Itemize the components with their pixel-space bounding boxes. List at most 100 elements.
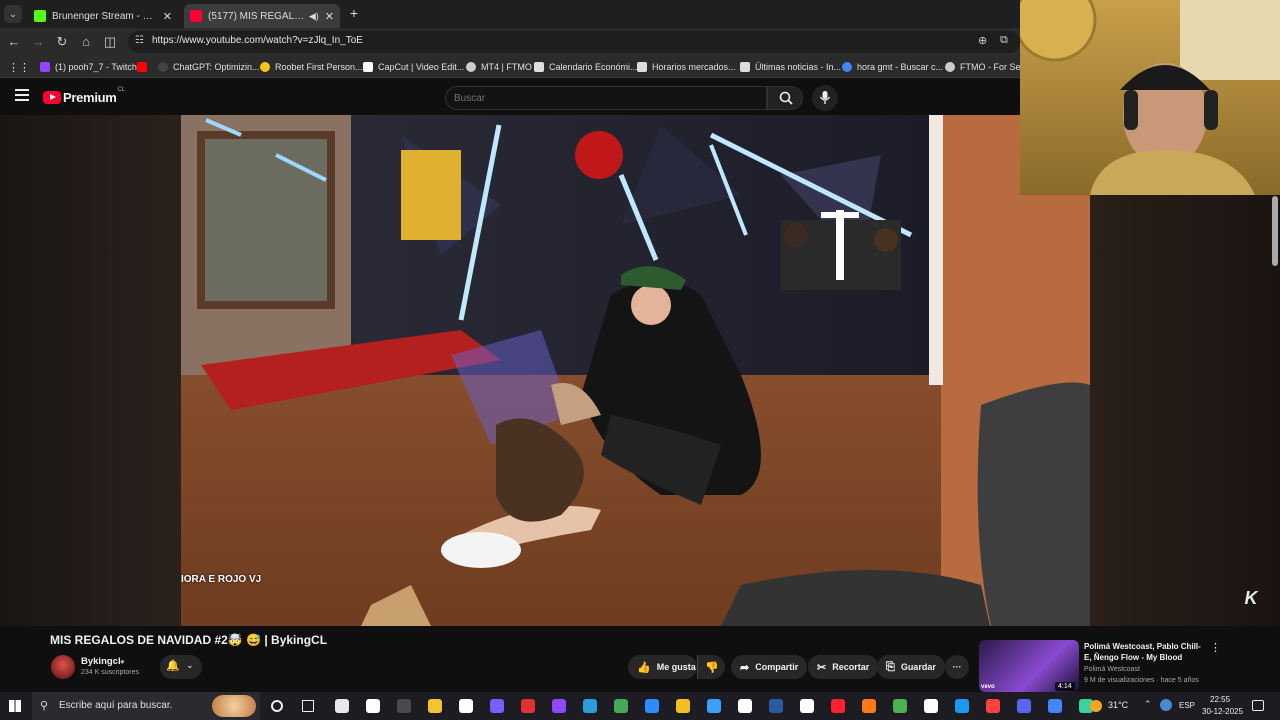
bookmark-youtube[interactable] — [137, 60, 152, 74]
page-scrollbar[interactable] — [1272, 196, 1278, 266]
taskbar-app-icon[interactable] — [521, 699, 535, 713]
install-app-icon[interactable]: ⧉ — [1000, 34, 1008, 47]
language-indicator[interactable]: ESP — [1179, 701, 1195, 710]
bookmark-horarios[interactable]: Horarios mercados... — [637, 60, 736, 74]
windows-start-icon[interactable] — [9, 700, 21, 712]
bookmark-capcut[interactable]: CapCut | Video Edit... — [363, 60, 464, 74]
notifications-button[interactable]: 🔔 ⌄ — [160, 655, 202, 679]
taskbar-app-icon[interactable] — [955, 699, 969, 713]
like-button[interactable]: 👍 Me gusta — [628, 655, 697, 679]
tab-youtube[interactable]: (5177) MIS REGALOS DE NAVIDAD ◀) ✕ — [184, 4, 340, 28]
clip-button[interactable]: ✂ Recortar — [808, 655, 879, 679]
address-bar[interactable]: ☷ https://www.youtube.com/watch?v=zJlq_I… — [128, 31, 1020, 53]
voice-search-button[interactable] — [812, 85, 838, 111]
taskbar-app-icon[interactable] — [397, 699, 411, 713]
taskbar-app-icon[interactable] — [645, 699, 659, 713]
weather-icon[interactable] — [1090, 700, 1102, 712]
bookmark-noticias[interactable]: Últimas noticias - In... — [740, 60, 841, 74]
apps-grid-icon[interactable]: ⋮⋮ — [8, 60, 30, 74]
youtube-logo[interactable]: Premium CL — [43, 86, 126, 105]
recommended-channel[interactable]: Polimá Westcoast — [1084, 666, 1140, 673]
logo-region: CL — [117, 86, 126, 93]
search-icon — [779, 91, 793, 105]
system-tray-up-icon[interactable]: ⌃ — [1144, 699, 1152, 710]
channel-name[interactable]: Bykingcl — [81, 656, 121, 667]
taskbar-search[interactable]: ⚲ Escribe aquí para buscar. — [32, 692, 260, 720]
search-input[interactable] — [454, 91, 754, 106]
youtube-icon — [190, 10, 202, 22]
taskbar-app-icon[interactable] — [831, 699, 845, 713]
scissors-icon: ✂ — [817, 661, 827, 674]
cortana-icon[interactable] — [271, 700, 283, 712]
taskbar-app-icon[interactable] — [552, 699, 566, 713]
recommended-thumbnail[interactable]: vevo 4:14 — [979, 640, 1079, 692]
taskbar-app-icon[interactable] — [800, 699, 814, 713]
back-icon[interactable]: ← — [6, 34, 22, 50]
more-actions-button[interactable]: ··· — [945, 655, 969, 679]
zoom-icon[interactable]: ⊕ — [978, 34, 987, 47]
reload-icon[interactable]: ↻ — [54, 34, 70, 50]
taskbar-app-icon[interactable] — [459, 699, 473, 713]
tab-brunenger[interactable]: Brunenger Stream - Watch Live ✕ — [28, 4, 178, 28]
subscriber-count: 234 K suscriptores — [81, 669, 139, 676]
taskbar-app-icon[interactable] — [707, 699, 721, 713]
taskbar-app-icon[interactable] — [335, 699, 349, 713]
microphone-icon — [819, 91, 831, 104]
bookmark-label: MT4 | FTMO — [481, 62, 532, 72]
taskbar-app-icon[interactable] — [862, 699, 876, 713]
taskbar-app-icon[interactable] — [986, 699, 1000, 713]
bookmark-roobet[interactable]: Roobet First Person... — [260, 60, 363, 74]
channel-watermark: K — [1244, 588, 1258, 608]
bookmark-label: Roobet First Person... — [275, 62, 363, 72]
taskbar-app-icon[interactable] — [1017, 699, 1031, 713]
taskbar-app-icon[interactable] — [583, 699, 597, 713]
network-icon[interactable] — [1160, 699, 1172, 711]
close-icon[interactable]: ✕ — [325, 10, 334, 23]
home-icon[interactable]: ⌂ — [78, 34, 94, 50]
notifications-icon[interactable] — [1252, 700, 1264, 711]
clock-time[interactable]: 22:55 — [1210, 695, 1230, 704]
recommended-more-icon[interactable]: ⋮ — [1210, 641, 1221, 654]
taskbar-app-icon[interactable] — [614, 699, 628, 713]
new-tab-button[interactable]: + — [346, 5, 362, 21]
taskbar-app-icon[interactable] — [676, 699, 690, 713]
bookmark-label: Horarios mercados... — [652, 62, 736, 72]
search-button[interactable] — [767, 86, 803, 110]
save-label: Guardar — [900, 662, 936, 672]
bookmark-twitch[interactable]: (1) pooh7_7 - Twitch — [40, 60, 137, 74]
speaker-icon[interactable]: ◀) — [309, 11, 319, 22]
split-view-icon[interactable]: ◫ — [102, 34, 118, 50]
taskbar-app-icon[interactable] — [490, 699, 504, 713]
vevo-badge: vevo — [981, 684, 995, 690]
weather-temp[interactable]: 31°C — [1108, 700, 1128, 710]
menu-icon[interactable] — [15, 89, 29, 101]
taskbar-app-icon[interactable] — [893, 699, 907, 713]
dislike-button[interactable]: 👎 — [697, 655, 725, 679]
site-info-icon[interactable]: ☷ — [135, 35, 144, 46]
taskbar-app-icon[interactable] — [769, 699, 783, 713]
tab-search-button[interactable]: ⌄ — [4, 5, 22, 23]
bookmark-label: ChatGPT: Optimizin... — [173, 62, 260, 72]
bookmark-chatgpt[interactable]: ChatGPT: Optimizin... — [158, 60, 260, 74]
share-button[interactable]: ➦ Compartir — [731, 655, 808, 679]
video-player[interactable]: IORA E ROJO VJ — [181, 115, 1090, 626]
close-icon[interactable]: ✕ — [163, 10, 172, 23]
bookmark-calendario[interactable]: Calendario Económi... — [534, 60, 638, 74]
taskbar-app-icon[interactable] — [924, 699, 938, 713]
task-view-icon[interactable] — [302, 700, 314, 712]
clock-date[interactable]: 30-12-2025 — [1202, 707, 1243, 716]
right-ambient — [1090, 195, 1280, 626]
taskbar-app-icon[interactable] — [366, 699, 380, 713]
taskbar-app-icon[interactable] — [1048, 699, 1062, 713]
channel-avatar[interactable] — [51, 655, 75, 679]
recommended-title[interactable]: Polimá Westcoast, Pablo Chill-E, Ñengo F… — [1084, 641, 1208, 663]
forward-icon[interactable]: → — [30, 34, 46, 50]
save-button[interactable]: ⎘ Guardar — [877, 655, 945, 679]
capcut-icon — [363, 62, 373, 72]
bookmark-hora-gmt[interactable]: hora gmt - Buscar c... — [842, 60, 943, 74]
taskbar-app-icon[interactable] — [738, 699, 752, 713]
bookmark-mt4[interactable]: MT4 | FTMO — [466, 60, 532, 74]
search-icon: ⚲ — [40, 700, 49, 712]
logo-text: Premium — [63, 90, 117, 105]
taskbar-app-icon[interactable] — [428, 699, 442, 713]
